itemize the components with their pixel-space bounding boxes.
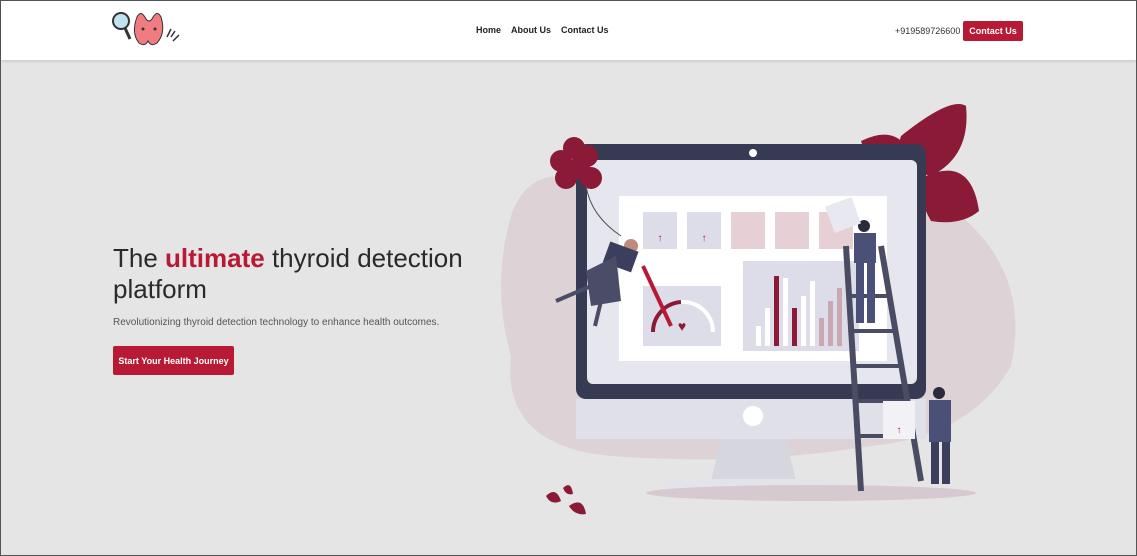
hero-illustration: ↑ ↑ ♥ ↑ (501, 104, 1016, 515)
hero-subtitle: Revolutionizing thyroid detection techno… (113, 317, 440, 328)
contact-us-button[interactable]: Contact Us (963, 21, 1023, 41)
chart-bar (828, 301, 833, 346)
monitor-button (743, 406, 763, 426)
nav-home[interactable]: Home (476, 25, 501, 35)
hero-title: The ultimate thyroid detection platform (113, 243, 473, 305)
floor-shadow (646, 485, 976, 501)
start-journey-button[interactable]: Start Your Health Journey (113, 346, 234, 375)
hero-title-accent: ultimate (165, 243, 265, 273)
hero-title-pre: The (113, 243, 166, 273)
upload-arrow-icon: ↑ (702, 233, 707, 244)
magnifier-icon (112, 12, 130, 30)
upload-arrow-icon: ↑ (658, 233, 663, 244)
navbar: Home About Us Contact Us +919589726600 C… (1, 1, 1136, 60)
thyroid-mascot-icon (133, 13, 164, 46)
chart-bar (792, 308, 797, 346)
leaf-shape (563, 485, 573, 495)
nav-links: Home About Us Contact Us (476, 25, 609, 35)
wave-hand-icon (166, 28, 180, 42)
chart-bar (783, 278, 788, 346)
chart-bar (756, 326, 761, 346)
upload-arrow-icon: ↑ (897, 425, 902, 436)
placeholder-tile (775, 212, 809, 249)
monitor-stand (711, 439, 796, 481)
chart-bar (774, 276, 779, 346)
monitor-camera (749, 149, 757, 157)
chart-bar (801, 296, 806, 346)
placeholder-tile (731, 212, 765, 249)
chart-bar (810, 281, 815, 346)
phone-number[interactable]: +919589726600 (895, 26, 960, 36)
heart-icon: ♥ (678, 318, 686, 334)
chart-bar (837, 288, 842, 346)
chart-bar (819, 318, 824, 346)
chart-bar (765, 308, 770, 346)
leaf-shape (546, 492, 561, 503)
nav-about[interactable]: About Us (511, 25, 551, 35)
leaf-shape (569, 502, 586, 515)
thyroid-logo[interactable] (111, 9, 181, 49)
nav-contact[interactable]: Contact Us (561, 25, 609, 35)
leaf-shape (922, 170, 979, 223)
